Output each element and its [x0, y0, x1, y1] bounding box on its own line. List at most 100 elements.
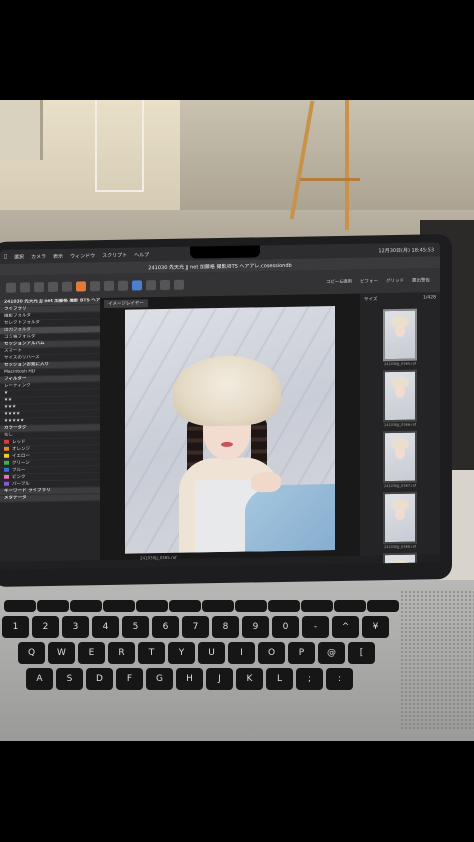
key: P [288, 642, 315, 664]
menu-item[interactable]: 表示 [53, 252, 63, 259]
filmstrip-panel: サイズ 1/428 241030JJ_0365.raf 241030JJ_0366… [360, 292, 440, 570]
function-key [268, 600, 300, 612]
color-tag-icon [4, 460, 9, 465]
thumbnail-label: 241030JJ_0366.raf [383, 422, 416, 428]
cursor-tool-icon[interactable] [90, 281, 100, 292]
image-counter: 1/428 [423, 295, 436, 301]
thumbnail-image[interactable] [383, 369, 417, 423]
color-tag-icon [4, 446, 9, 451]
door-frame [0, 100, 43, 160]
easel-leg [345, 100, 349, 230]
filename-label: 241030JJ_0365.raf [140, 554, 177, 561]
key: 1 [2, 616, 29, 638]
thumbnail-image[interactable] [383, 491, 417, 545]
thumbnail-item[interactable]: 241030JJ_0368.raf [360, 491, 440, 549]
exposure-warning-button[interactable]: 露出警告 [412, 277, 430, 283]
key: H [176, 668, 203, 690]
thumbnail-item[interactable]: 241030JJ_0365.raf [360, 308, 440, 366]
sidebar-item-label: カラータグ [4, 425, 27, 431]
thumbnail-face [395, 507, 405, 520]
menu-item[interactable]: スクリプト [102, 251, 127, 258]
photo-scene: 1234567890-^¥ QWERTYUIOP@[ASDFGHJKL;:  選… [0, 100, 474, 741]
key: Q [18, 642, 45, 664]
thumbnail-item[interactable]: 241030JJ_0367.raf [360, 430, 440, 488]
function-key [136, 600, 168, 612]
function-key [202, 600, 234, 612]
key: E [78, 642, 105, 664]
crop-tool-icon[interactable] [132, 280, 142, 291]
key: Y [168, 642, 195, 664]
key: R [108, 642, 135, 664]
color-tag-icon [4, 453, 9, 458]
key: 5 [122, 616, 149, 638]
sidebar-item-label: 撮影フォルダ [4, 313, 31, 319]
menu-item[interactable]: カメラ [31, 253, 46, 260]
pan-tool-icon[interactable] [104, 280, 114, 292]
menu-item[interactable]: ウィンドウ [70, 252, 95, 259]
thumbnail-face [395, 385, 405, 398]
sidebar-item-label: ★★★ [4, 404, 17, 410]
thumbnail-item[interactable]: 241030JJ_0366.raf [360, 369, 440, 427]
key: : [326, 668, 353, 690]
key: 2 [32, 616, 59, 638]
redo-icon[interactable] [62, 281, 72, 292]
sidebar-item-label: セッションお気に入り [4, 362, 49, 368]
key: L [266, 668, 293, 690]
thumbnail-image[interactable] [383, 430, 417, 484]
color-tag-icon [4, 474, 9, 479]
import-icon[interactable] [20, 282, 30, 293]
reset-icon[interactable] [76, 281, 86, 292]
keystone-tool-icon[interactable] [160, 279, 170, 291]
sidebar-item-label: レッド [12, 439, 26, 446]
apple-icon[interactable]:  [4, 254, 7, 260]
sidebar-item-label: ★★ [4, 397, 13, 403]
camera-notch [190, 245, 260, 259]
sort-label[interactable]: サイズ [364, 296, 377, 302]
key: K [236, 668, 263, 690]
rotate-tool-icon[interactable] [146, 280, 156, 291]
function-key [169, 600, 201, 612]
sidebar-item[interactable]: メタデータ [0, 494, 100, 503]
key: U [198, 642, 225, 664]
thumbnail-label: 241030JJ_0367.raf [383, 483, 416, 489]
undo-icon[interactable] [48, 281, 58, 293]
sidebar-item-label: メタデータ [4, 495, 27, 501]
key: 9 [242, 616, 269, 638]
function-key [301, 600, 333, 612]
function-key [235, 600, 267, 612]
thumbnail-face [395, 446, 405, 459]
key: J [206, 668, 233, 690]
key: ; [296, 668, 323, 690]
sidebar-item-label: キーワード ライブラリ [4, 487, 51, 494]
key: - [302, 616, 329, 638]
sidebar-item-label: ライブラリ [4, 306, 27, 312]
key: 6 [152, 616, 179, 638]
sidebar-item-label: グリーン [12, 460, 30, 467]
grid-button[interactable]: グリッド [386, 278, 404, 284]
thumbnail-item[interactable]: 241030JJ_0369.raf [360, 552, 440, 570]
key: ¥ [362, 616, 389, 638]
function-key [37, 600, 69, 612]
fur-hat [173, 354, 281, 427]
easel-crossbar [300, 178, 360, 181]
clothing-rack [95, 100, 144, 192]
copy-apply-button[interactable]: コピー&適用 [326, 279, 352, 285]
thumbnail-image[interactable] [383, 308, 417, 362]
library-icon[interactable] [6, 282, 16, 293]
color-tag-icon [4, 439, 9, 444]
key: 3 [62, 616, 89, 638]
library-panel: 241030 先天光 JJ net 加藤格 撮影 BTS ヘア ライブラリ 撮影フォ… [0, 298, 100, 562]
thumbnail-image[interactable] [383, 552, 417, 570]
key: D [86, 668, 113, 690]
menu-item[interactable]: 選択 [14, 253, 24, 260]
zoom-tool-icon[interactable] [118, 280, 128, 291]
camera-icon[interactable] [34, 282, 44, 293]
before-button[interactable]: ビフォー [360, 278, 378, 284]
keyboard: 1 2 3 4 5 6 7 8 9 0- ^ ¥ Q W E R T Y U I O P @[A S D F G H J K L;: [0, 598, 399, 738]
brush-tool-icon[interactable] [174, 279, 184, 290]
photo-preview[interactable] [125, 306, 335, 554]
menu-item[interactable]: ヘルプ [134, 251, 149, 258]
layer-tab[interactable]: イメージレイヤー [104, 299, 148, 309]
thumbnail-label: 241030JJ_0368.raf [383, 544, 416, 550]
key: 8 [212, 616, 239, 638]
